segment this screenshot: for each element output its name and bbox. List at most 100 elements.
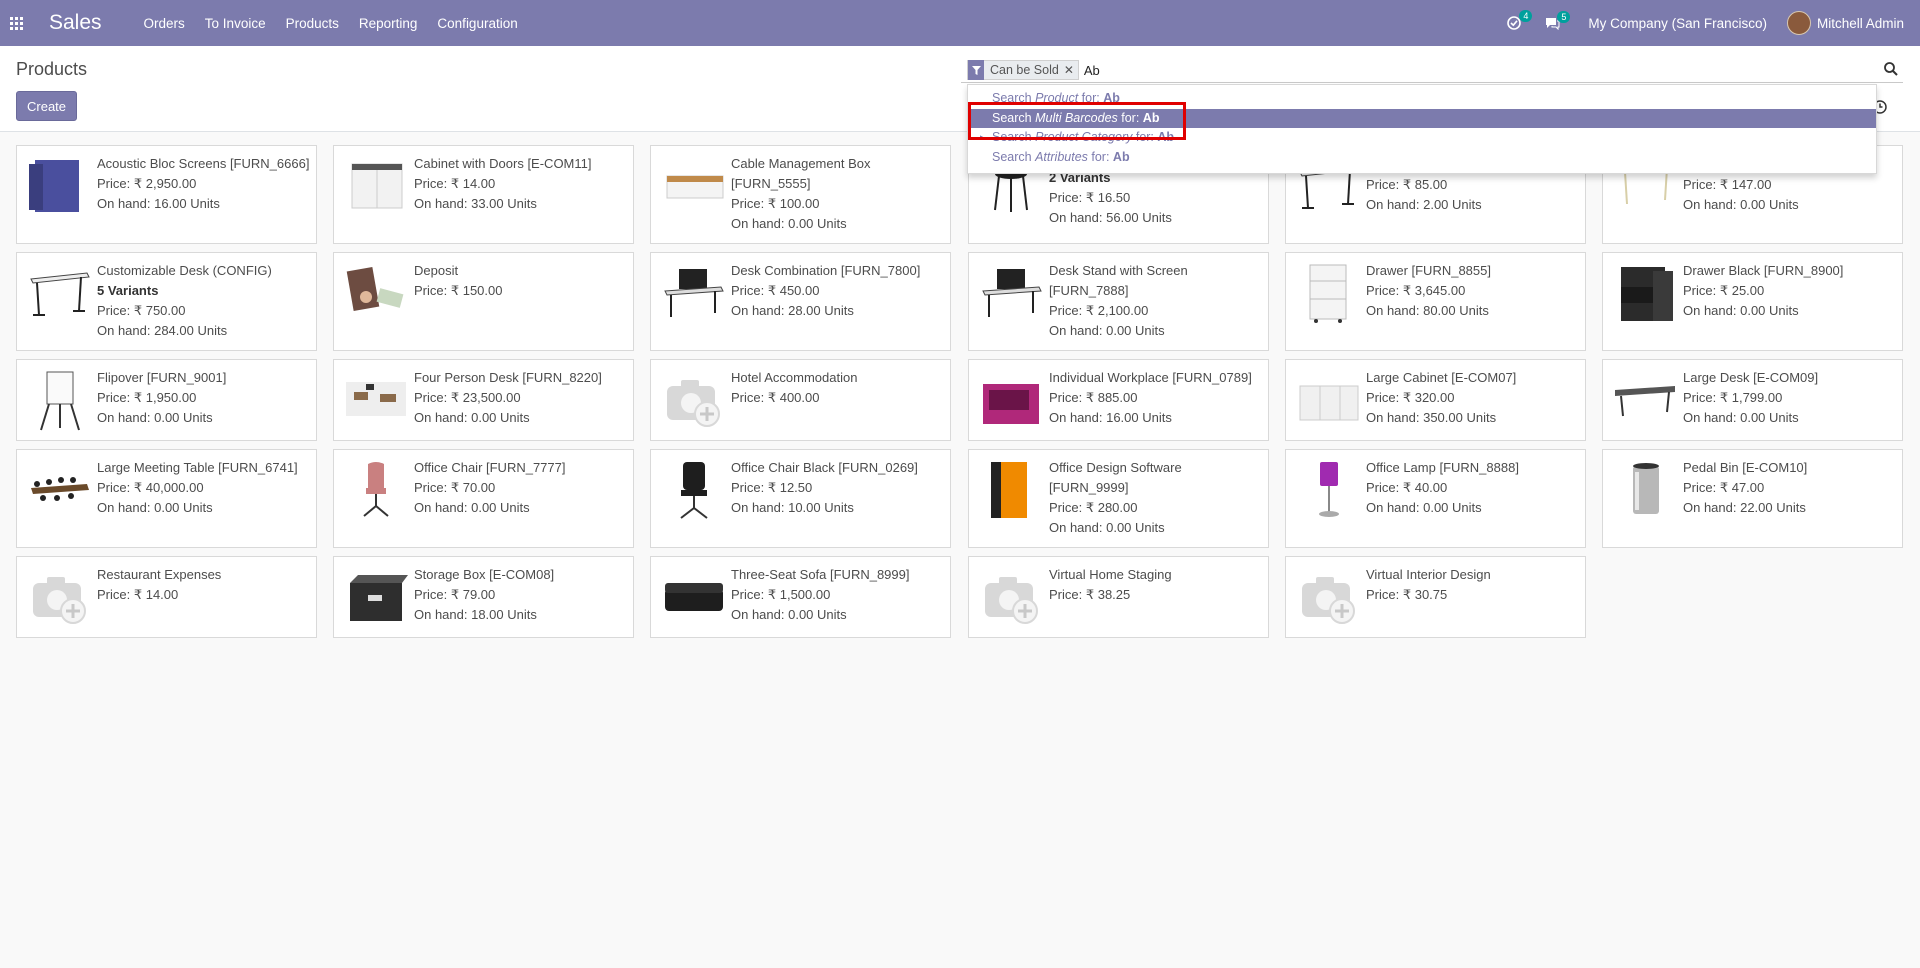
product-card-body: Acoustic Bloc Screens [FURN_6666] Price: … bbox=[97, 154, 310, 214]
product-name: Drawer Black [FURN_8900] bbox=[1683, 263, 1844, 278]
product-price: Price: ₹ 30.75 bbox=[1366, 587, 1448, 602]
product-name: Office Chair [FURN_7777] bbox=[414, 460, 566, 475]
product-image bbox=[351, 163, 403, 209]
product-card[interactable]: Individual Workplace [FURN_0789] Price: ₹… bbox=[968, 359, 1269, 441]
product-name: Office Lamp [FURN_8888] bbox=[1366, 460, 1519, 475]
product-card[interactable]: Pedal Bin [E-COM10] Price: ₹ 47.00 On hand… bbox=[1602, 449, 1903, 548]
product-name: Virtual Home Staging bbox=[1049, 567, 1172, 582]
product-name: Flipover [FURN_9001] bbox=[97, 370, 227, 385]
annotation-highlight-box bbox=[968, 102, 1186, 140]
menu-configuration[interactable]: Configuration bbox=[437, 16, 517, 31]
product-onhand: On hand: 56.00 Units bbox=[1049, 210, 1172, 225]
menu-reporting[interactable]: Reporting bbox=[359, 16, 418, 31]
product-price: Price: ₹ 150.00 bbox=[414, 283, 503, 298]
search-facet[interactable]: Can be Sold ✕ bbox=[967, 60, 1079, 80]
user-avatar bbox=[1786, 11, 1811, 35]
product-card[interactable]: Desk Stand with Screen [FURN_7888] Price:… bbox=[968, 252, 1269, 351]
apps-menu-button[interactable] bbox=[0, 0, 32, 46]
product-name: Cabinet with Doors [E-COM11] bbox=[414, 156, 592, 171]
product-name: Desk Combination [FURN_7800] bbox=[731, 263, 921, 278]
product-price: Price: ₹ 47.00 bbox=[1683, 480, 1765, 495]
messages-button[interactable]: 5 bbox=[1545, 10, 1571, 30]
product-card[interactable]: Virtual Interior Design Price: ₹ 30.75 bbox=[1285, 556, 1586, 638]
product-image bbox=[982, 269, 1042, 317]
product-card-body: Hotel Accommodation Price: ₹ 400.00 bbox=[731, 368, 944, 408]
product-card[interactable]: Cabinet with Doors [E-COM11] Price: ₹ 14.… bbox=[333, 145, 634, 244]
product-card[interactable]: Office Chair [FURN_7777] Price: ₹ 70.00 On… bbox=[333, 449, 634, 548]
product-card[interactable]: Large Desk [E-COM09] Price: ₹ 1,799.00 On … bbox=[1602, 359, 1903, 441]
menu-to-invoice[interactable]: To Invoice bbox=[205, 16, 266, 31]
product-price: Price: ₹ 1,950.00 bbox=[97, 390, 197, 405]
product-name: Virtual Interior Design bbox=[1366, 567, 1491, 582]
product-card[interactable]: Drawer [FURN_8855] Price: ₹ 3,645.00 On ha… bbox=[1285, 252, 1586, 351]
product-image bbox=[991, 462, 1027, 518]
search-icon[interactable] bbox=[1883, 61, 1899, 77]
product-onhand: On hand: 2.00 Units bbox=[1366, 197, 1482, 212]
user-name: Mitchell Admin bbox=[1816, 15, 1904, 31]
product-card[interactable]: Office Lamp [FURN_8888] Price: ₹ 40.00 On … bbox=[1285, 449, 1586, 548]
product-card[interactable]: Deposit Price: ₹ 150.00 bbox=[333, 252, 634, 351]
product-card-body: Flipover [FURN_9001] Price: ₹ 1,950.00 On … bbox=[97, 368, 310, 428]
product-card-body: Deposit Price: ₹ 150.00 bbox=[414, 261, 627, 301]
product-card-body: Large Desk [E-COM09] Price: ₹ 1,799.00 On … bbox=[1683, 368, 1896, 428]
product-price: Price: ₹ 450.00 bbox=[731, 283, 820, 298]
product-image bbox=[1299, 385, 1359, 421]
product-onhand: On hand: 18.00 Units bbox=[414, 607, 537, 622]
product-price: Price: ₹ 85.00 bbox=[1366, 177, 1448, 192]
autocomplete-item-attributes[interactable]: Search Attributes for: Ab bbox=[968, 148, 1876, 168]
product-price: Price: ₹ 750.00 bbox=[97, 303, 186, 318]
product-image bbox=[29, 160, 79, 212]
product-card-body: Office Chair Black [FURN_0269] Price: ₹ 1… bbox=[731, 458, 944, 518]
product-card[interactable]: Storage Box [E-COM08] Price: ₹ 79.00 On ha… bbox=[333, 556, 634, 638]
product-price: Price: ₹ 280.00 bbox=[1049, 500, 1138, 515]
product-card[interactable]: Large Cabinet [E-COM07] Price: ₹ 320.00 On… bbox=[1285, 359, 1586, 441]
product-card[interactable]: Cable Management Box [FURN_5555] Price: ₹… bbox=[650, 145, 951, 244]
product-price: Price: ₹ 25.00 bbox=[1683, 283, 1765, 298]
product-card[interactable]: Customizable Desk (CONFIG) 5 Variants Pric… bbox=[16, 252, 317, 351]
activity-button[interactable]: 4 bbox=[1507, 10, 1533, 30]
facet-remove-icon[interactable]: ✕ bbox=[1063, 63, 1078, 77]
product-name: Desk Stand with Screen [FURN_7888] bbox=[1049, 263, 1188, 298]
search-input[interactable]: Ab bbox=[1084, 63, 1100, 78]
product-card[interactable]: Virtual Home Staging Price: ₹ 38.25 bbox=[968, 556, 1269, 638]
product-card-body: Three-Seat Sofa [FURN_8999] Price: ₹ 1,50… bbox=[731, 565, 944, 625]
product-card[interactable]: Drawer Black [FURN_8900] Price: ₹ 25.00 On… bbox=[1602, 252, 1903, 351]
product-name: Cable Management Box [FURN_5555] bbox=[731, 156, 871, 191]
product-card[interactable]: Large Meeting Table [FURN_6741] Price: ₹ … bbox=[16, 449, 317, 548]
product-price: Price: ₹ 147.00 bbox=[1683, 177, 1772, 192]
product-card-body: Drawer Black [FURN_8900] Price: ₹ 25.00 On… bbox=[1683, 261, 1896, 321]
product-image bbox=[985, 577, 1038, 624]
product-onhand: On hand: 0.00 Units bbox=[1683, 410, 1799, 425]
app-brand[interactable]: Sales bbox=[49, 11, 102, 35]
product-price: Price: ₹ 885.00 bbox=[1049, 390, 1138, 405]
product-card[interactable]: Desk Combination [FURN_7800] Price: ₹ 450… bbox=[650, 252, 951, 351]
product-image bbox=[1302, 577, 1355, 624]
product-name: Individual Workplace [FURN_0789] bbox=[1049, 370, 1252, 385]
product-card[interactable]: Restaurant Expenses Price: ₹ 14.00 bbox=[16, 556, 317, 638]
product-card-body: Storage Box [E-COM08] Price: ₹ 79.00 On ha… bbox=[414, 565, 627, 625]
product-card[interactable]: Three-Seat Sofa [FURN_8999] Price: ₹ 1,50… bbox=[650, 556, 951, 638]
search-bar[interactable]: Can be Sold ✕ Ab bbox=[961, 58, 1903, 83]
menu-products[interactable]: Products bbox=[286, 16, 339, 31]
product-card[interactable]: Hotel Accommodation Price: ₹ 400.00 bbox=[650, 359, 951, 441]
user-menu[interactable]: Mitchell Admin bbox=[1786, 11, 1904, 35]
product-price: Price: ₹ 3,645.00 bbox=[1366, 283, 1466, 298]
product-card[interactable]: Flipover [FURN_9001] Price: ₹ 1,950.00 On … bbox=[16, 359, 317, 441]
menu-orders[interactable]: Orders bbox=[144, 16, 185, 31]
product-image bbox=[667, 380, 720, 427]
create-button[interactable]: Create bbox=[16, 91, 78, 121]
product-onhand: On hand: 16.00 Units bbox=[97, 196, 220, 211]
product-card[interactable]: Office Design Software [FURN_9999] Price:… bbox=[968, 449, 1269, 548]
product-card[interactable]: Acoustic Bloc Screens [FURN_6666] Price: … bbox=[16, 145, 317, 244]
company-name: My Company (San Francisco) bbox=[1588, 15, 1767, 31]
breadcrumb: Products bbox=[16, 59, 88, 79]
product-image bbox=[350, 575, 408, 621]
product-price: Price: ₹ 12.50 bbox=[731, 480, 813, 495]
product-onhand: On hand: 22.00 Units bbox=[1683, 500, 1806, 515]
product-card[interactable]: Four Person Desk [FURN_8220] Price: ₹ 23,… bbox=[333, 359, 634, 441]
company-switcher[interactable]: My Company (San Francisco) bbox=[1588, 16, 1767, 31]
product-card[interactable]: Office Chair Black [FURN_0269] Price: ₹ 1… bbox=[650, 449, 951, 548]
autocomplete-mid: for: bbox=[1087, 149, 1113, 164]
product-name: Three-Seat Sofa [FURN_8999] bbox=[731, 567, 910, 582]
product-onhand: On hand: 0.00 Units bbox=[1049, 323, 1165, 338]
